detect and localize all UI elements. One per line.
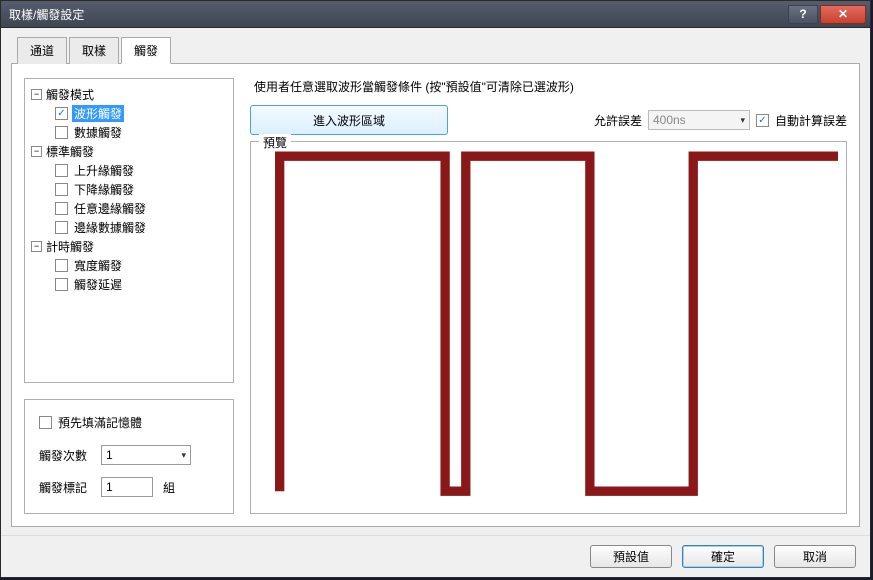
tree-item-delay[interactable]: 觸發延遲 <box>55 275 229 294</box>
trigger-mark-suffix: 組 <box>163 479 175 496</box>
trigger-mark-label: 觸發標記 <box>39 479 91 496</box>
trigger-count-select[interactable]: 1 ▾ <box>101 445 191 465</box>
chevron-down-icon: ▾ <box>181 450 186 461</box>
tree-group-label: 標準觸發 <box>46 143 94 160</box>
dialog-footer: 預設值 確定 取消 <box>1 535 870 577</box>
tab-channel[interactable]: 通道 <box>17 37 67 64</box>
checkbox-icon[interactable] <box>55 164 68 177</box>
waveform-preview: 預覽 <box>250 141 847 514</box>
tree-group-label: 計時觸發 <box>46 238 94 255</box>
cancel-button[interactable]: 取消 <box>774 545 856 568</box>
tree-item-data-trigger[interactable]: 數據觸發 <box>55 123 229 142</box>
checkbox-icon[interactable] <box>55 278 68 291</box>
trigger-tree[interactable]: − 觸發模式 ✓ 波形觸發 數據觸發 <box>24 78 234 383</box>
content-area: 通道 取樣 觸發 − 觸發模式 ✓ 波形觸發 <box>1 28 870 535</box>
checkbox-icon[interactable] <box>55 221 68 234</box>
chevron-down-icon: ▾ <box>740 115 745 126</box>
tab-sample[interactable]: 取樣 <box>69 37 119 64</box>
checkbox-icon[interactable] <box>55 202 68 215</box>
checkbox-icon[interactable] <box>55 183 68 196</box>
dialog-window: 取樣/觸發設定 ? ✕ 通道 取樣 觸發 − 觸發模式 <box>0 0 871 578</box>
tree-item-rising-edge[interactable]: 上升緣觸發 <box>55 161 229 180</box>
tree-item-edge-data[interactable]: 邊緣數據觸發 <box>55 218 229 237</box>
titlebar: 取樣/觸發設定 ? ✕ <box>1 1 870 28</box>
tab-panel: − 觸發模式 ✓ 波形觸發 數據觸發 <box>11 64 860 527</box>
prefill-label: 預先填滿記憶體 <box>58 414 142 431</box>
tree-item-waveform-trigger[interactable]: ✓ 波形觸發 <box>55 104 229 123</box>
expand-icon[interactable]: − <box>31 89 42 100</box>
default-button[interactable]: 預設值 <box>590 545 672 568</box>
checkbox-icon[interactable] <box>55 259 68 272</box>
tree-item-any-edge[interactable]: 任意邊緣觸發 <box>55 199 229 218</box>
tabstrip: 通道 取樣 觸發 <box>11 36 860 64</box>
enter-waveform-button[interactable]: 進入波形區域 <box>250 105 448 135</box>
help-button[interactable]: ? <box>788 5 818 24</box>
prefill-checkbox[interactable] <box>39 416 52 429</box>
checkbox-icon[interactable]: ✓ <box>55 107 68 120</box>
instruction-text: 使用者任意選取波形當觸發條件 (按"預設值"可清除已選波形) <box>250 78 847 95</box>
tree-group-label: 觸發模式 <box>46 86 94 103</box>
checkbox-icon[interactable] <box>55 126 68 139</box>
close-button[interactable]: ✕ <box>820 5 866 24</box>
window-title: 取樣/觸發設定 <box>9 6 788 23</box>
waveform-graphic <box>259 150 838 502</box>
expand-icon[interactable]: − <box>31 241 42 252</box>
preview-label: 預覽 <box>259 134 291 151</box>
trigger-count-label: 觸發次數 <box>39 447 91 464</box>
auto-calc-checkbox[interactable]: ✓ <box>756 114 769 127</box>
tree-item-falling-edge[interactable]: 下降緣觸發 <box>55 180 229 199</box>
trigger-options: 預先填滿記憶體 觸發次數 1 ▾ 觸發標記 組 <box>24 399 234 514</box>
right-column: 使用者任意選取波形當觸發條件 (按"預設值"可清除已選波形) 進入波形區域 允許… <box>250 78 847 514</box>
tolerance-label: 允許誤差 <box>594 112 642 129</box>
tree-item-width[interactable]: 寬度觸發 <box>55 256 229 275</box>
left-column: − 觸發模式 ✓ 波形觸發 數據觸發 <box>24 78 234 514</box>
expand-icon[interactable]: − <box>31 146 42 157</box>
trigger-mark-input[interactable] <box>101 477 153 497</box>
tolerance-select[interactable]: 400ns ▾ <box>648 110 750 130</box>
ok-button[interactable]: 確定 <box>682 545 764 568</box>
tab-trigger[interactable]: 觸發 <box>121 37 171 64</box>
auto-calc-label: 自動計算誤差 <box>775 112 847 129</box>
